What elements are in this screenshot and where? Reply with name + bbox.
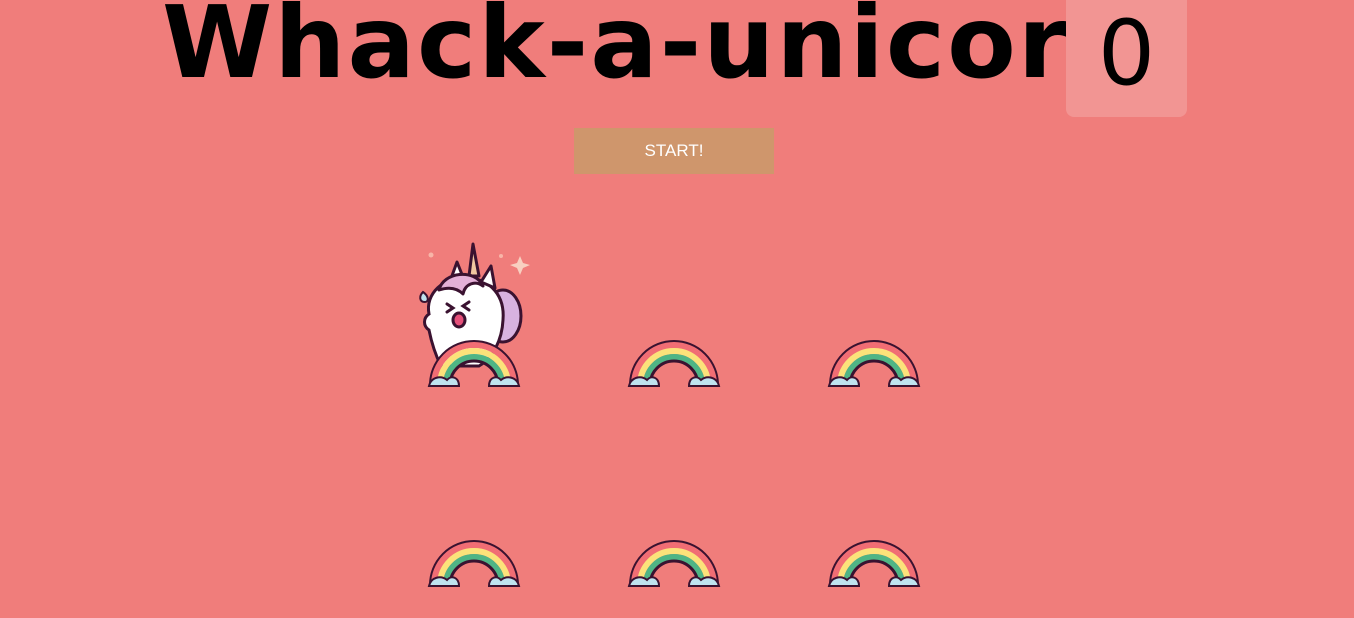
hole-3[interactable] (819, 333, 929, 443)
rainbow-icon (827, 540, 921, 587)
hole-6[interactable] (819, 533, 929, 618)
rainbow-icon (627, 540, 721, 587)
hole-1-rainbow (419, 333, 529, 443)
hole-4[interactable] (419, 533, 529, 618)
game-title: Whack-a-unicorn! (162, 0, 1190, 101)
start-button[interactable]: START! (574, 128, 774, 174)
score-counter: 0 (1066, 0, 1187, 117)
hole-5[interactable] (619, 533, 729, 618)
rainbow-icon (627, 340, 721, 387)
rainbow-icon (827, 340, 921, 387)
rainbow-icon (427, 540, 521, 587)
hole-2[interactable] (619, 333, 729, 443)
rainbow-icon (427, 340, 521, 387)
